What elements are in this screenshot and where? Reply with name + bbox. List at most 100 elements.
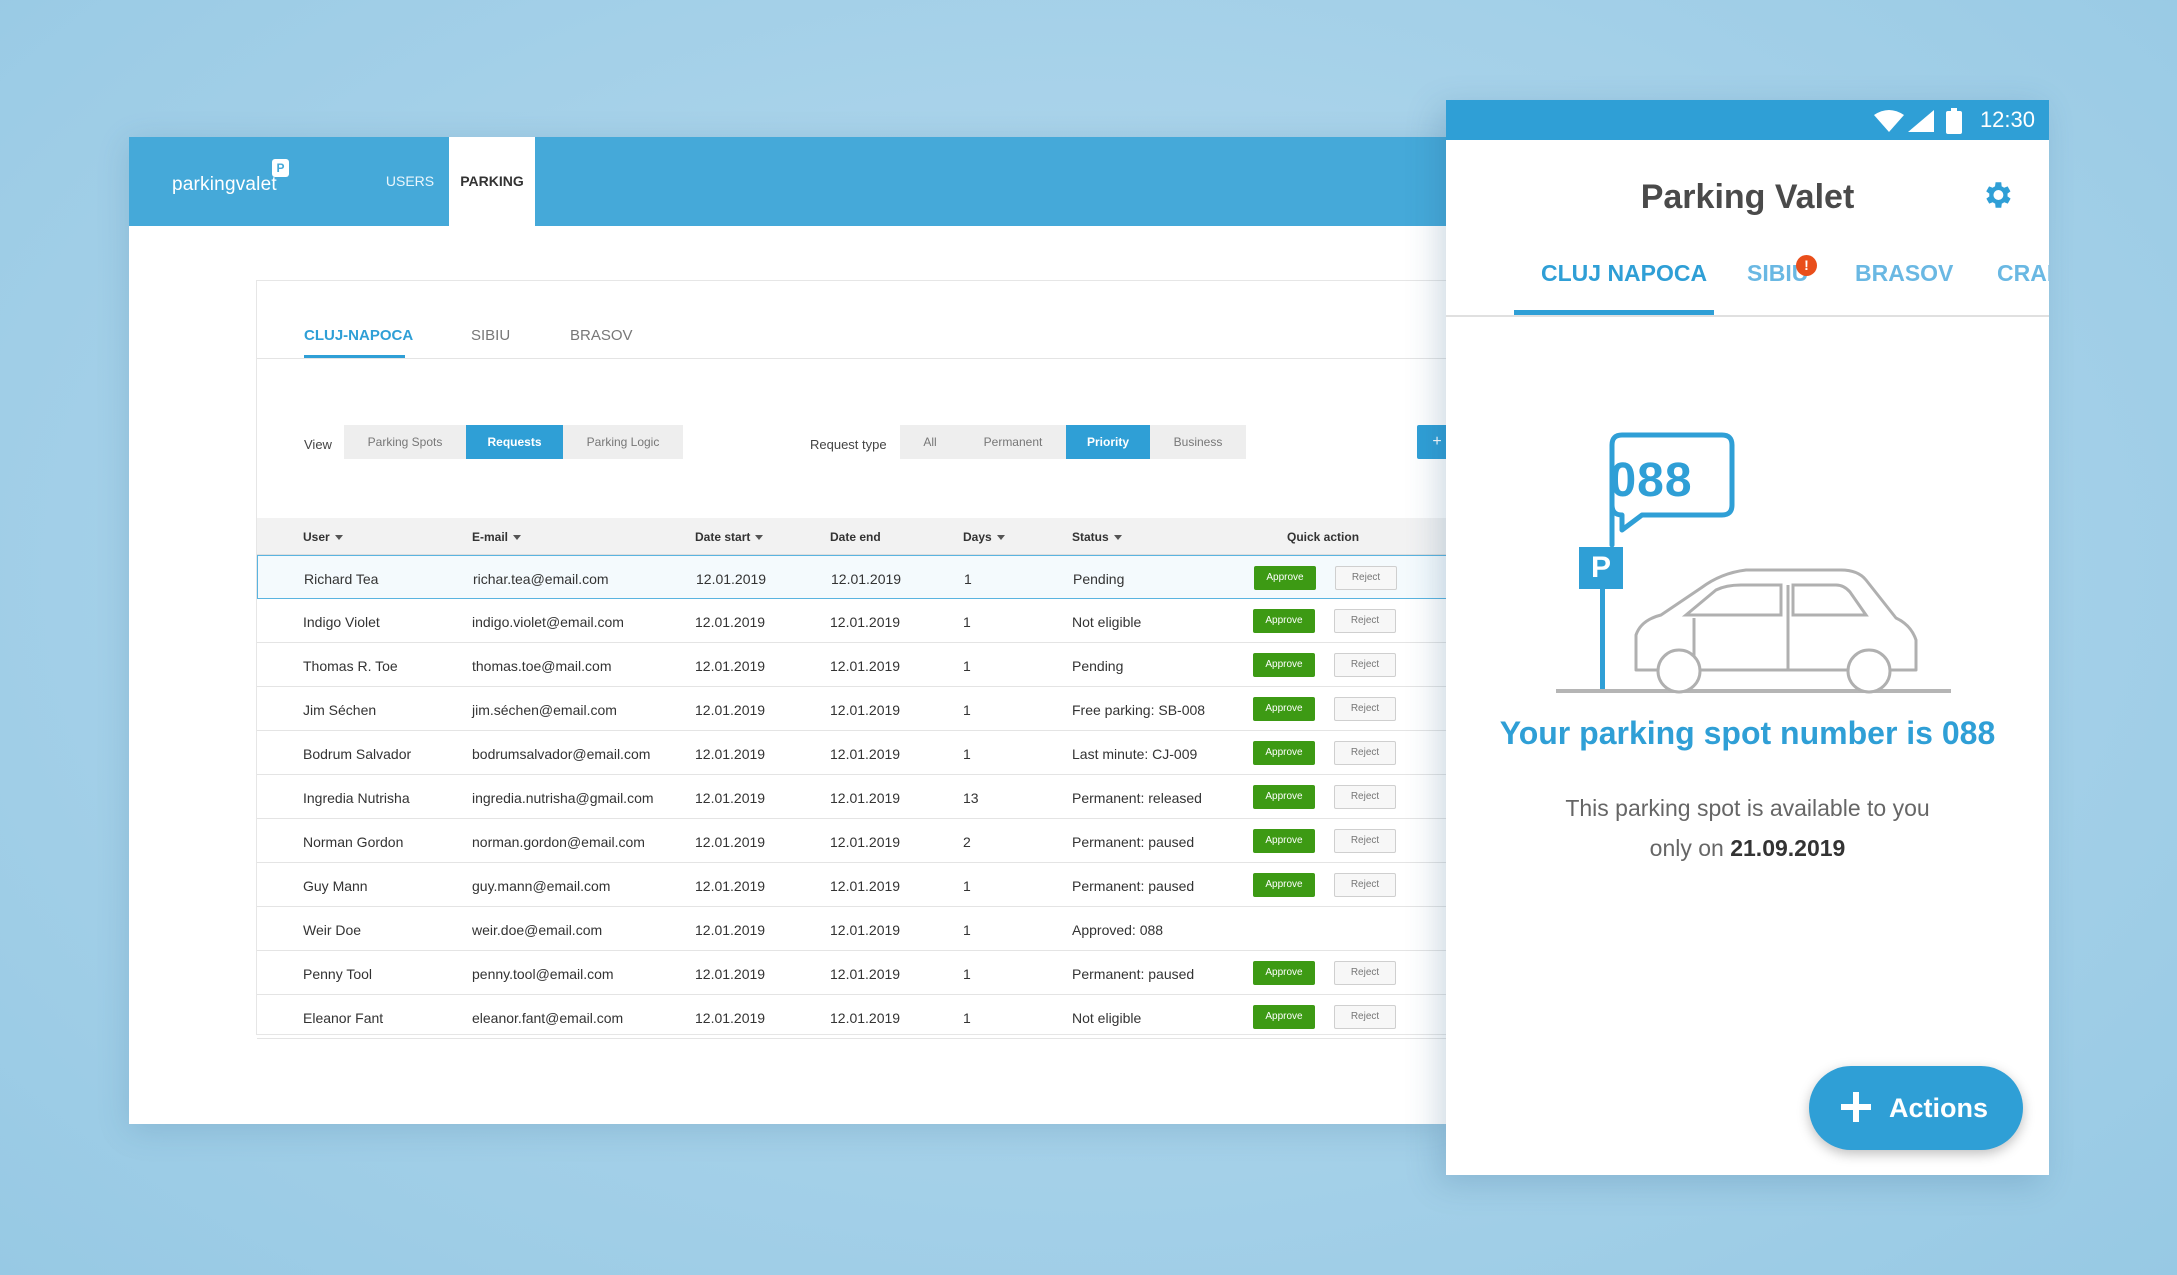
reject-button[interactable]: Reject xyxy=(1334,829,1396,853)
request-type-permanent[interactable]: Permanent xyxy=(960,425,1066,459)
cell-email: ingredia.nutrisha@gmail.com xyxy=(472,790,654,806)
column-header-email[interactable]: E-mail xyxy=(472,530,522,544)
table-row[interactable]: Jim Séchen jim.séchen@email.com 12.01.2019… xyxy=(257,687,1449,731)
approve-button[interactable]: Approve xyxy=(1253,829,1315,853)
reject-button[interactable]: Reject xyxy=(1334,653,1396,677)
nav-parking[interactable]: PARKING xyxy=(449,137,535,226)
mobile-tab-crai[interactable]: CRAI xyxy=(1997,260,2049,287)
cell-user: Weir Doe xyxy=(303,922,362,938)
approve-button[interactable]: Approve xyxy=(1253,961,1315,985)
cell-date-start: 12.01.2019 xyxy=(695,746,766,762)
approve-button[interactable]: Approve xyxy=(1253,785,1315,809)
table-row[interactable]: Bodrum Salvador bodrumsalvador@email.com 1… xyxy=(257,731,1449,775)
city-tab-sibiu[interactable]: SIBIU xyxy=(471,327,510,344)
nav-users[interactable]: USERS xyxy=(375,137,445,226)
mobile-tab-cluj-napoca[interactable]: CLUJ NAPOCA xyxy=(1541,260,1707,287)
request-type-business[interactable]: Business xyxy=(1150,425,1246,459)
sort-caret-icon xyxy=(996,535,1005,541)
approve-button[interactable]: Approve xyxy=(1253,741,1315,765)
cell-date-end: 12.01.2019 xyxy=(830,702,901,718)
reject-button[interactable]: Reject xyxy=(1334,609,1396,633)
cell-days: 1 xyxy=(963,966,971,982)
cell-date-start: 12.01.2019 xyxy=(695,922,766,938)
wifi-icon xyxy=(1874,110,1904,132)
sort-caret-icon xyxy=(755,535,764,541)
view-option-parking-spots[interactable]: Parking Spots xyxy=(344,425,466,459)
cell-user: Norman Gordon xyxy=(303,834,404,850)
reject-button[interactable]: Reject xyxy=(1334,785,1396,809)
tab-divider xyxy=(257,358,1449,359)
city-tab-brasov[interactable]: BRASOV xyxy=(570,327,633,344)
table-row[interactable]: Indigo Violet indigo.violet@email.com 12.0… xyxy=(257,599,1449,643)
view-option-requests[interactable]: Requests xyxy=(466,425,563,459)
reject-button[interactable]: Reject xyxy=(1334,961,1396,985)
column-header-user[interactable]: User xyxy=(303,530,343,544)
cell-status: Permanent: paused xyxy=(1072,966,1195,982)
cell-user: Indigo Violet xyxy=(303,614,380,630)
column-header-date-start[interactable]: Date start xyxy=(695,530,764,544)
cell-date-end: 12.01.2019 xyxy=(830,790,901,806)
reject-button[interactable]: Reject xyxy=(1334,1005,1396,1029)
cell-date-start: 12.01.2019 xyxy=(695,658,766,674)
table-row[interactable]: Penny Tool penny.tool@email.com 12.01.2019… xyxy=(257,951,1449,995)
column-header-days[interactable]: Days xyxy=(963,530,1005,544)
column-label: Status xyxy=(1072,530,1109,544)
cell-date-end: 12.01.2019 xyxy=(830,878,901,894)
add-button[interactable]: + xyxy=(1417,425,1449,459)
city-tab-cluj-napoca[interactable]: CLUJ-NAPOCA xyxy=(304,327,413,344)
table-row[interactable]: Norman Gordon norman.gordon@email.com 12.0… xyxy=(257,819,1449,863)
actions-fab[interactable]: Actions xyxy=(1809,1066,2023,1150)
table-row[interactable]: Weir Doe weir.doe@email.com 12.01.2019 12.0… xyxy=(257,907,1449,951)
cell-email: guy.mann@email.com xyxy=(472,878,611,894)
sort-caret-icon xyxy=(1113,535,1122,541)
approve-button[interactable]: Approve xyxy=(1253,697,1315,721)
approve-button[interactable]: Approve xyxy=(1253,873,1315,897)
cell-date-end: 12.01.2019 xyxy=(830,614,901,630)
approve-button[interactable]: Approve xyxy=(1253,1005,1315,1029)
cell-days: 1 xyxy=(963,746,971,762)
cell-status: Last minute: CJ-009 xyxy=(1072,746,1198,762)
cell-status: Not eligible xyxy=(1072,1010,1142,1026)
table-row[interactable]: Richard Tea richar.tea@email.com 12.01.201… xyxy=(257,555,1449,599)
reject-button[interactable]: Reject xyxy=(1334,741,1396,765)
column-header-quick-action: Quick action xyxy=(1287,530,1360,544)
reject-button[interactable]: Reject xyxy=(1334,873,1396,897)
table-row[interactable]: Thomas R. Toe thomas.toe@mail.com 12.01.20… xyxy=(257,643,1449,687)
column-header-status[interactable]: Status xyxy=(1072,530,1122,544)
parking-sign: P xyxy=(1590,551,1611,584)
request-type-all[interactable]: All xyxy=(900,425,960,459)
column-label: Date end xyxy=(830,530,881,544)
request-type-priority[interactable]: Priority xyxy=(1066,425,1150,459)
cell-days: 13 xyxy=(963,790,979,806)
cell-status: Free parking: SB-008 xyxy=(1072,702,1206,718)
view-option-parking-logic[interactable]: Parking Logic xyxy=(563,425,683,459)
availability-date: 21.09.2019 xyxy=(1730,835,1846,861)
cell-status: Approved: 088 xyxy=(1072,922,1164,938)
cell-days: 2 xyxy=(963,834,971,850)
cell-email: bodrumsalvador@email.com xyxy=(472,746,651,762)
cell-status: Permanent: paused xyxy=(1072,878,1195,894)
spot-number-bubble: 088 xyxy=(1609,454,1693,507)
signal-icon xyxy=(1908,110,1934,132)
cell-status: Pending xyxy=(1072,658,1124,674)
top-navbar: parkingvalet P USERS PARKING xyxy=(129,137,1449,226)
cell-date-start: 12.01.2019 xyxy=(695,702,766,718)
mobile-tab-brasov[interactable]: BRASOV xyxy=(1855,260,1953,287)
cell-date-end: 12.01.2019 xyxy=(830,1010,901,1026)
alert-badge: ! xyxy=(1796,255,1817,276)
approve-button[interactable]: Approve xyxy=(1253,609,1315,633)
request-type-segmented-control: All Permanent Priority Business xyxy=(900,425,1246,459)
cell-email: jim.séchen@email.com xyxy=(472,702,617,718)
reject-button[interactable]: Reject xyxy=(1334,697,1396,721)
cell-user: Ingredia Nutrisha xyxy=(303,790,410,806)
table-row[interactable]: Eleanor Fant eleanor.fant@email.com 12.01.… xyxy=(257,995,1449,1039)
table-row[interactable]: Ingredia Nutrisha ingredia.nutrisha@gmail… xyxy=(257,775,1449,819)
approve-button[interactable]: Approve xyxy=(1253,653,1315,677)
table-row[interactable]: Guy Mann guy.mann@email.com 12.01.2019 12.0… xyxy=(257,863,1449,907)
gear-icon[interactable] xyxy=(1980,178,2014,212)
app-title: Parking Valet xyxy=(1640,178,1855,216)
reject-button[interactable]: Reject xyxy=(1335,566,1397,590)
logo[interactable]: parkingvalet xyxy=(172,174,277,196)
approve-button[interactable]: Approve xyxy=(1254,566,1316,590)
table-body: Richard Tea richar.tea@email.com 12.01.201… xyxy=(257,555,1449,1039)
